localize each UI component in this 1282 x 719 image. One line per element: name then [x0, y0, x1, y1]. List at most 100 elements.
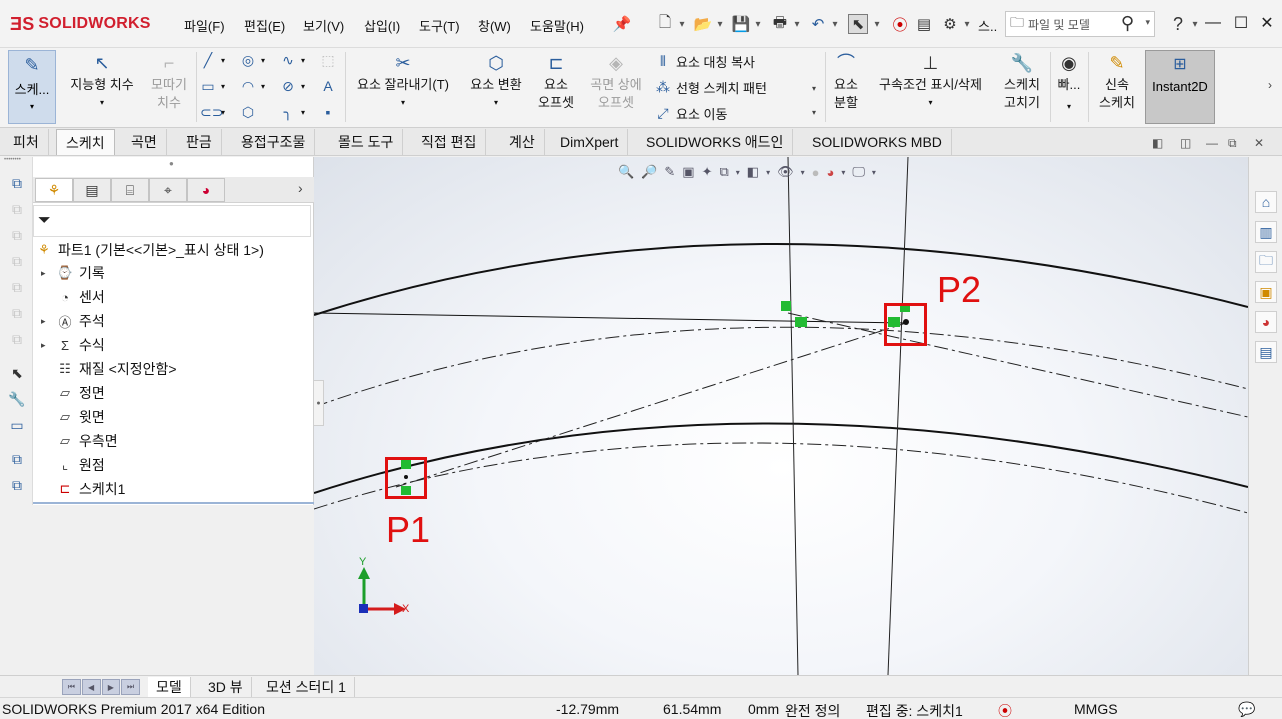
repair-icon[interactable]: 🔧 [7, 389, 27, 409]
scene-icon[interactable]: ◕ [827, 165, 835, 180]
view-palette-icon[interactable]: ▣ [1255, 281, 1277, 303]
chevron-down-icon[interactable]: ▾ [962, 14, 972, 34]
file-properties-icon[interactable]: ▤ [914, 14, 934, 34]
chevron-down-icon[interactable]: ▾ [677, 14, 687, 34]
chevron-down-icon[interactable]: ▾ [736, 168, 740, 177]
tab-surfaces[interactable]: 곡면 [122, 129, 167, 155]
gear-icon[interactable]: ⚙ [940, 14, 960, 34]
view-cube-icon[interactable]: ⧉ [7, 173, 27, 193]
display-manager-tab-icon[interactable]: ◕ [187, 178, 225, 202]
line-tool[interactable]: ╱ ▾ [200, 52, 225, 69]
appearance-icon[interactable]: ● [812, 165, 820, 180]
tree-filter[interactable]: ⏷ [33, 205, 311, 237]
panel-grip[interactable]: ● [169, 159, 174, 168]
chevron-down-icon[interactable]: ▾ [350, 94, 456, 112]
display-icon[interactable]: ▭ [7, 415, 27, 435]
instant2d-button[interactable]: ⊞ Instant2D [1145, 50, 1215, 124]
construction-arc-upper[interactable] [314, 326, 1248, 408]
next-tab-icon[interactable]: ▶ [101, 679, 121, 695]
radial-line-right[interactable] [887, 157, 909, 675]
sketch-canvas[interactable]: Y X [314, 157, 1248, 675]
chevron-down-icon[interactable]: ▾ [1190, 14, 1200, 34]
trim-entities-button[interactable]: ✂ 요소 잘라내기(T) ▾ [350, 50, 456, 112]
chevron-down-icon[interactable]: ▾ [462, 94, 530, 112]
slot-tool[interactable]: ⊂⊃ ▾ [200, 104, 225, 121]
design-library-icon[interactable]: ▥ [1255, 221, 1277, 243]
convert-entities-button[interactable]: ⬡ 요소 변환 ▾ [462, 50, 530, 112]
print-icon[interactable]: 🖶 [770, 14, 790, 34]
move-entities-button[interactable]: ⤢ 요소 이동 [655, 104, 727, 123]
comment-icon[interactable]: 💬 [1238, 701, 1255, 718]
linear-pattern-button[interactable]: ⁂ 선형 스케치 패턴 [655, 78, 767, 97]
copy-icon[interactable]: ⧉ [7, 449, 27, 469]
sketch-button[interactable]: ✎ 스케... ▾ [8, 50, 56, 124]
construction-arc-lower[interactable] [314, 442, 1248, 514]
previous-tab-icon[interactable]: ◀ [81, 679, 101, 695]
repair-sketch-button[interactable]: 🔧 스케치 고치기 [998, 50, 1046, 112]
doc-minimize-icon[interactable]: — [1206, 136, 1218, 150]
panel-collapse-handle[interactable]: ● [314, 380, 324, 426]
doc-restore-icon[interactable]: ◧ [1152, 136, 1163, 150]
chevron-down-icon[interactable]: ▾ [868, 94, 993, 112]
menu-help[interactable]: 도움말(H) [530, 16, 584, 35]
home-icon[interactable]: ⌂ [1255, 191, 1277, 213]
file-explorer-icon[interactable]: 🗀 [1255, 251, 1277, 273]
appearances-icon[interactable]: ◕ [1255, 311, 1277, 333]
tab-motion-study[interactable]: 모션 스터디 1 [258, 677, 355, 697]
save-icon[interactable]: 💾 [731, 14, 751, 34]
chevron-down-icon[interactable]: ▾ [812, 84, 816, 93]
open-icon[interactable]: 📂 [693, 14, 713, 34]
rebuild-traffic-light-icon[interactable]: ⦿ [890, 14, 910, 34]
chord-line[interactable] [314, 312, 907, 324]
point-tool[interactable]: ▪ [320, 104, 336, 120]
chevron-down-icon[interactable]: ▾ [1054, 98, 1084, 116]
paste-icon[interactable]: ⧉ [7, 475, 27, 495]
custom-properties-icon[interactable]: ▤ [1255, 341, 1277, 363]
tree-item-top-plane[interactable]: ▱ 윗면 [41, 406, 105, 428]
previous-view-icon[interactable]: ✎ [664, 164, 675, 180]
section-view-icon[interactable]: ▣ [682, 164, 694, 180]
tab-features[interactable]: 피처 [4, 129, 49, 155]
minimize-icon[interactable]: — [1202, 12, 1224, 34]
tab-mold-tools[interactable]: 몰드 도구 [329, 129, 404, 155]
tree-item-equations[interactable]: ▸ Σ 수식 [41, 334, 105, 356]
first-tab-icon[interactable]: ⏮ [62, 679, 81, 695]
spline-tool[interactable]: ∿ ▾ [280, 52, 305, 69]
text-tool[interactable]: A [320, 78, 336, 94]
polygon-tool[interactable]: ⬡ [240, 104, 256, 121]
hide-show-icon[interactable]: 👁 [777, 164, 794, 180]
chevron-down-icon[interactable]: ▾ [715, 14, 725, 34]
ellipse-tool[interactable]: ⊘ ▾ [280, 78, 305, 95]
sketch-chamfer-tool[interactable]: ⬚ [320, 52, 336, 69]
view-settings-icon[interactable]: 🖵 [852, 164, 865, 180]
tab-model[interactable]: 모델 [148, 677, 191, 697]
dynamic-annotation-icon[interactable]: ✦ [702, 164, 713, 180]
property-manager-tab-icon[interactable]: ▤ [73, 178, 111, 202]
tab-mbd[interactable]: SOLIDWORKS MBD [803, 129, 952, 155]
doc-tile-icon[interactable]: ◫ [1180, 136, 1191, 150]
tree-item-annotations[interactable]: ▸ Ⓐ 주석 [41, 310, 105, 332]
offset-on-surface-button[interactable]: ◈ 곡면 상에 오프셋 [585, 50, 647, 112]
zoom-to-fit-icon[interactable]: 🔍 [618, 164, 634, 180]
more-options[interactable]: 스.. [978, 16, 997, 35]
tree-item-sensors[interactable]: ◔ 센서 [41, 286, 105, 308]
sketch-select-icon[interactable]: ⬉ [7, 363, 27, 383]
chevron-down-icon[interactable]: ▾ [812, 108, 816, 117]
zoom-to-area-icon[interactable]: 🔎 [641, 164, 657, 180]
tab-sketch[interactable]: 스케치 [56, 129, 115, 155]
undo-icon[interactable]: ↶ [808, 14, 828, 34]
display-style-icon[interactable]: ◧ [747, 164, 759, 180]
chevron-down-icon[interactable]: ▾ [841, 168, 845, 177]
configuration-tab-icon[interactable]: ⌸ [111, 178, 149, 202]
mirror-entities-button[interactable]: ⫴ 요소 대칭 복사 [655, 52, 755, 71]
endpoint-marker[interactable] [795, 317, 807, 327]
menu-insert[interactable]: 삽입(I) [364, 16, 400, 35]
chevron-down-icon[interactable]: ▾ [801, 168, 805, 177]
radial-line-left[interactable] [787, 157, 799, 675]
tab-weldments[interactable]: 용접구조물 [232, 129, 316, 155]
dimxpert-tab-icon[interactable]: ⌖ [149, 178, 187, 202]
last-tab-icon[interactable]: ⏭ [121, 679, 140, 695]
rollback-bar[interactable] [33, 502, 314, 504]
maximize-icon[interactable]: ☐ [1230, 12, 1252, 34]
chamfer-dimension-button[interactable]: ⌐ 모따기 치수 [145, 50, 193, 112]
